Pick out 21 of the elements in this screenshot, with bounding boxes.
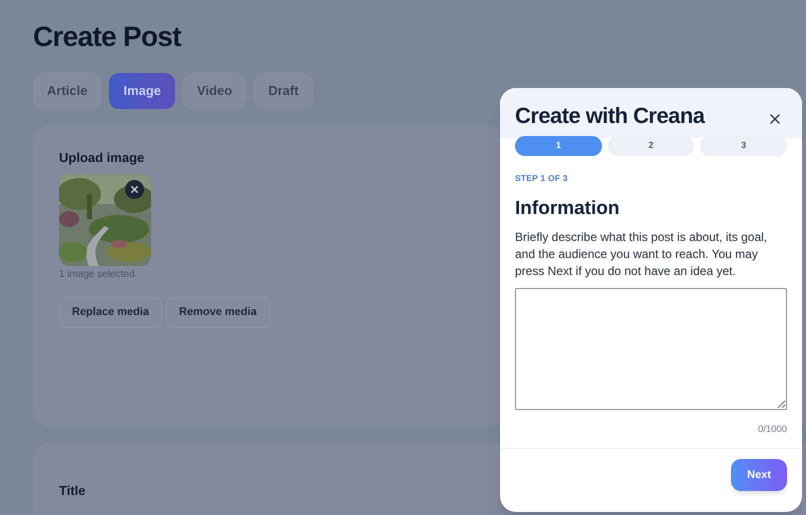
tab[interactable]: Draft bbox=[254, 73, 313, 109]
step-caption: STEP 1 OF 3 bbox=[515, 172, 569, 185]
step-indicator: 1 bbox=[515, 136, 602, 156]
tab[interactable]: Article bbox=[33, 73, 102, 109]
page-title: Create Post bbox=[33, 20, 182, 54]
media-button[interactable]: Replace media bbox=[59, 296, 162, 328]
step-indicator: 3 bbox=[700, 136, 788, 156]
selection-status: 1 image selected. bbox=[59, 268, 138, 282]
tab[interactable]: Image bbox=[109, 73, 176, 109]
media-button[interactable]: Remove media bbox=[166, 296, 270, 328]
character-counter: 0/1000 bbox=[756, 422, 787, 437]
section-heading: Information bbox=[515, 196, 620, 221]
dialog-title: Create with Creana bbox=[515, 102, 704, 130]
tab[interactable]: Video bbox=[183, 73, 246, 109]
next-button[interactable]: Next bbox=[731, 459, 787, 491]
step-indicator: 2 bbox=[608, 136, 694, 156]
description: Briefly describe what this post is about, its goal, and the audience you want to reach. You may press Next if you do not have an idea yet. bbox=[515, 228, 768, 280]
close-icon bbox=[129, 184, 140, 194]
description-field[interactable] bbox=[515, 288, 787, 410]
section-heading: Upload image bbox=[59, 149, 146, 167]
field-label: Title bbox=[59, 482, 86, 500]
